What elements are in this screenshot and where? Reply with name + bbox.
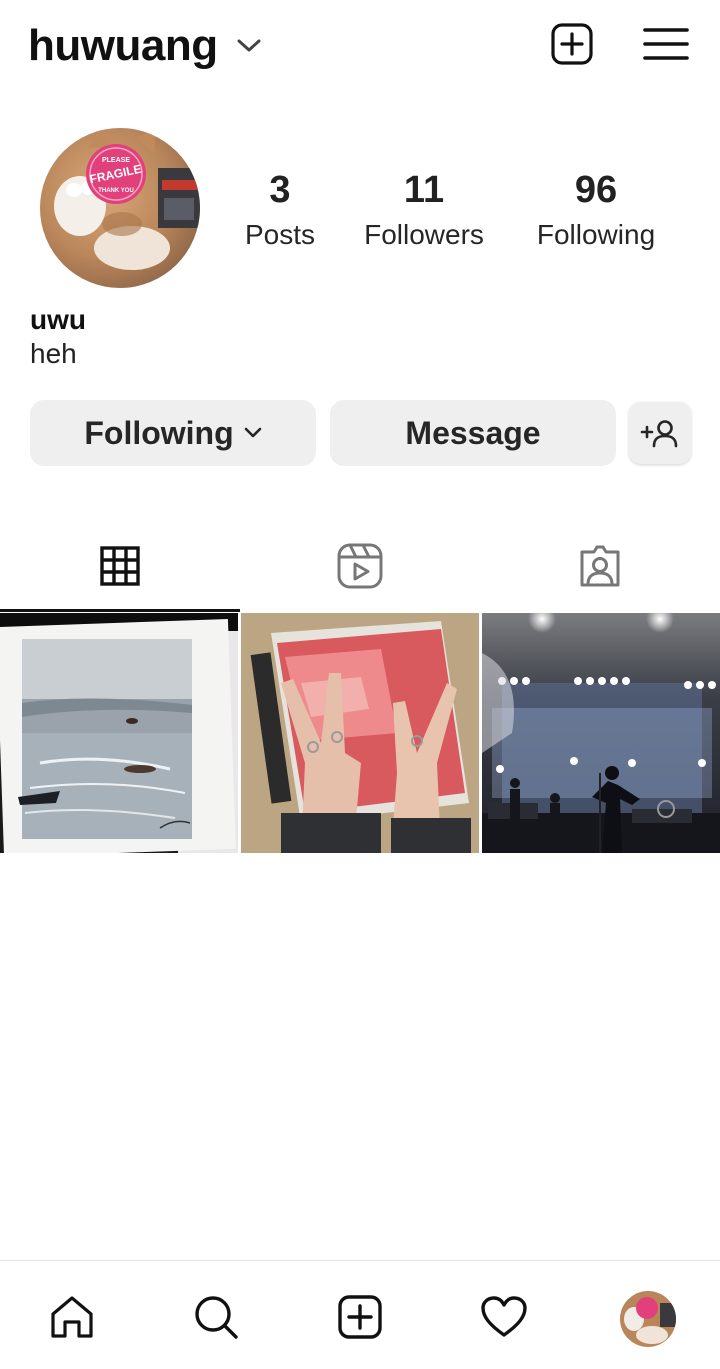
profile-display-name: uwu [30, 304, 86, 335]
post-thumbnail[interactable] [0, 613, 238, 853]
profile-tabs [0, 520, 720, 612]
post-thumbnail[interactable] [241, 613, 479, 853]
heart-icon [481, 1296, 527, 1337]
following-button-label: Following [84, 414, 234, 451]
following-count: 96 [574, 169, 618, 211]
stat-following[interactable]: 96 Following [506, 166, 686, 256]
sticker-text-top: PLEASE [102, 157, 130, 164]
grid-icon [100, 546, 140, 586]
suggested-people-button[interactable] [629, 402, 691, 464]
following-label: Following [536, 219, 656, 250]
tagged-person-icon [580, 545, 620, 587]
search-icon [195, 1296, 238, 1339]
nav-create[interactable] [332, 1289, 388, 1345]
nav-home[interactable] [44, 1289, 100, 1345]
followers-count: 11 [403, 169, 445, 211]
nav-activity[interactable] [476, 1289, 532, 1345]
home-icon [51, 1296, 93, 1338]
message-button[interactable]: Message [330, 400, 616, 466]
tab-tagged[interactable] [480, 520, 720, 612]
message-button-label: Message [405, 414, 541, 451]
nav-search[interactable] [188, 1289, 244, 1345]
stat-followers[interactable]: 11 Followers [334, 166, 514, 256]
plus-square-icon [338, 1295, 382, 1339]
account-switcher[interactable]: huwuang [28, 18, 262, 74]
menu-button[interactable] [640, 20, 692, 68]
hamburger-menu-icon [643, 28, 689, 60]
add-person-icon [640, 420, 678, 448]
top-header: huwuang [0, 0, 720, 92]
profile-username[interactable]: huwuang [28, 21, 218, 71]
tab-reels[interactable] [240, 520, 480, 612]
plus-square-icon [551, 23, 593, 65]
create-post-button[interactable] [546, 20, 598, 68]
active-tab-indicator [0, 609, 240, 612]
chevron-down-icon[interactable] [236, 33, 262, 59]
following-button[interactable]: Following [30, 400, 316, 466]
tab-posts[interactable] [0, 520, 240, 612]
post-thumbnail[interactable] [482, 613, 720, 853]
nav-profile-avatar[interactable] [620, 1291, 676, 1347]
bottom-navigation [0, 1260, 720, 1369]
followers-label: Followers [364, 219, 484, 250]
posts-grid [0, 613, 720, 853]
reels-icon [337, 543, 383, 589]
profile-stats: 3 Posts 11 Followers 96 Following [0, 166, 720, 266]
chevron-down-icon [244, 427, 262, 439]
profile-bio: heh [30, 338, 77, 369]
